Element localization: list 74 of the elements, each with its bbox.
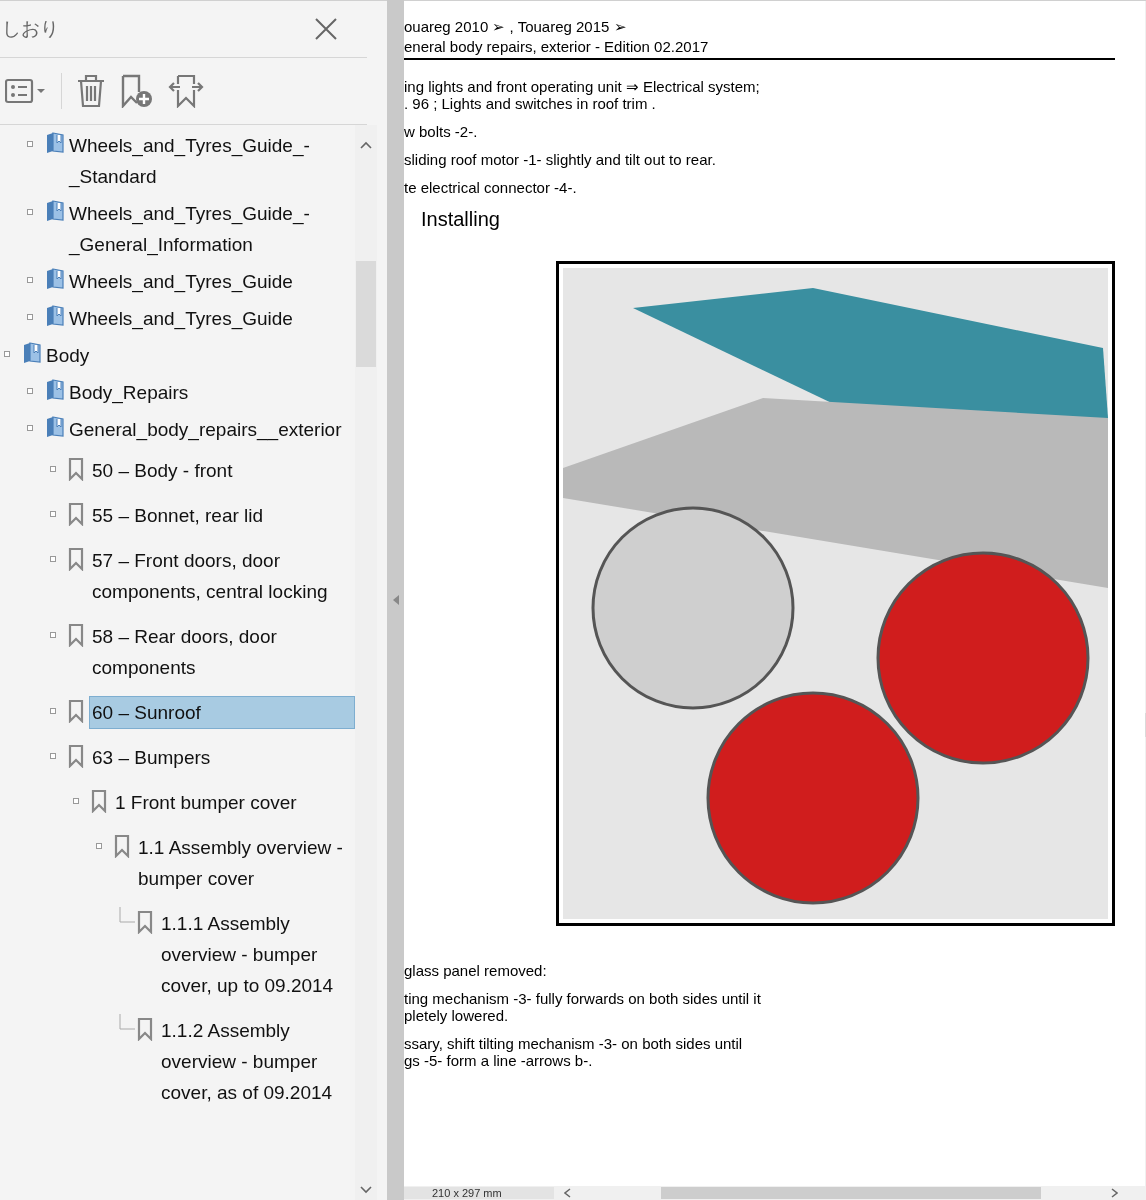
expander-icon[interactable]	[27, 209, 33, 215]
bookmark-item[interactable]: 1 Front bumper cover	[112, 786, 355, 819]
add-bookmark-icon[interactable]	[120, 74, 154, 108]
page-header-text: eneral body repairs, exterior - Edition 02.2017	[404, 37, 710, 57]
paragraph: w bolts -2-.	[404, 123, 478, 140]
expander-icon[interactable]	[27, 277, 33, 283]
expander-icon[interactable]	[27, 425, 33, 431]
bookmark-item[interactable]: Wheels_and_Tyres_Guide	[66, 302, 355, 335]
collapse-arrow-icon[interactable]	[391, 594, 400, 606]
bookmark-item[interactable]: General_body_repairs__exterior	[66, 413, 355, 446]
scroll-thumb[interactable]	[356, 261, 376, 367]
bookmark-item[interactable]: Body	[43, 339, 355, 372]
bookmark-icon	[137, 1017, 153, 1041]
bookmark-icon	[68, 699, 84, 723]
paragraph: glass panel removed:	[404, 962, 547, 979]
book-bookmark-icon	[45, 305, 65, 327]
scrollbar[interactable]	[355, 125, 377, 1200]
paragraph: ssary, shift tilting mechanism -3- on both sides until gs -5- form a line -arrows b-.	[404, 1035, 743, 1069]
bookmark-item[interactable]: Body_Repairs	[66, 376, 355, 409]
expander-icon[interactable]	[27, 314, 33, 320]
book-bookmark-icon	[45, 200, 65, 222]
bookmark-item[interactable]: Wheels_and_Tyres_Guide_-_General_Information	[66, 197, 355, 261]
bookmark-item[interactable]: 1.1 Assembly overview - bumper cover	[135, 831, 355, 895]
expander-icon[interactable]	[73, 798, 79, 804]
bookmark-item[interactable]: 50 – Body - front	[89, 454, 355, 487]
bookmark-item[interactable]: Wheels_and_Tyres_Guide	[66, 265, 355, 298]
paragraph: ing lights and front operating unit ⇒ Electrical system; . 96 ; Lights and switches in roof trim .	[404, 78, 760, 112]
expander-icon[interactable]	[4, 351, 10, 357]
expander-icon[interactable]	[27, 141, 33, 147]
bookmark-icon	[137, 910, 153, 934]
expander-icon[interactable]	[50, 753, 56, 759]
scroll-left-icon[interactable]	[564, 1188, 571, 1198]
bookmark-item[interactable]: 60 – Sunroof	[89, 696, 355, 729]
book-bookmark-icon	[45, 268, 65, 290]
bookmark-item[interactable]: 1.1.2 Assembly overview - bumper cover, as of 09.2014	[158, 1014, 355, 1109]
bookmark-icon	[114, 834, 130, 858]
bookmark-item[interactable]: 58 – Rear doors, door components	[89, 620, 355, 684]
bookmark-item[interactable]: 1.1.1 Assembly overview - bumper cover, up to 09.2014	[158, 907, 355, 1002]
delete-icon[interactable]	[76, 74, 106, 108]
bookmark-icon	[68, 744, 84, 768]
scroll-right-icon[interactable]	[1111, 1188, 1118, 1198]
book-bookmark-icon	[45, 132, 65, 154]
expander-icon[interactable]	[50, 556, 56, 562]
close-icon[interactable]	[315, 18, 337, 40]
scroll-down-icon[interactable]	[360, 1186, 372, 1194]
expander-icon[interactable]	[50, 511, 56, 517]
bookmark-icon	[91, 789, 107, 813]
expander-icon[interactable]	[27, 388, 33, 394]
expander-icon[interactable]	[50, 632, 56, 638]
bookmark-item[interactable]: 55 – Bonnet, rear lid	[89, 499, 355, 532]
bookmark-icon	[68, 623, 84, 647]
bookmark-item[interactable]: 57 – Front doors, door components, central locking	[89, 544, 355, 608]
book-bookmark-icon	[45, 416, 65, 438]
scroll-thumb[interactable]	[661, 1187, 1041, 1199]
book-bookmark-icon	[22, 342, 42, 364]
expander-icon[interactable]	[50, 708, 56, 714]
section-heading: Installing	[421, 207, 501, 231]
bookmark-item[interactable]: Wheels_and_Tyres_Guide_-_Standard	[66, 129, 355, 193]
paragraph: sliding roof motor -1- slightly and tilt out to rear.	[404, 151, 716, 168]
paragraph: te electrical connector -4-.	[404, 179, 577, 196]
scroll-up-icon[interactable]	[360, 141, 372, 149]
page-header-text: ouareg 2010 ➢ , Touareg 2015 ➢	[404, 17, 628, 37]
panel-title: しおり	[2, 16, 59, 41]
options-menu-icon[interactable]	[5, 78, 47, 104]
bookmark-icon	[68, 457, 84, 481]
expander-icon[interactable]	[50, 466, 56, 472]
book-bookmark-icon	[45, 379, 65, 401]
expand-bookmark-icon[interactable]	[168, 74, 204, 108]
expander-icon[interactable]	[96, 843, 102, 849]
bookmark-item[interactable]: 63 – Bumpers	[89, 741, 355, 774]
paragraph: ting mechanism -3- fully forwards on both sides until it pletely lowered.	[404, 990, 761, 1024]
bookmark-icon	[68, 502, 84, 526]
page-size-label: 210 x 297 mm	[404, 1187, 554, 1199]
bookmark-icon	[68, 547, 84, 571]
